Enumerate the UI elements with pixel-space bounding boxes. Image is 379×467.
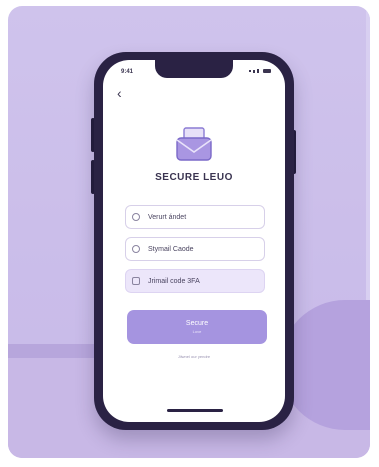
email-field[interactable]: Stymail Caode: [125, 237, 265, 261]
status-time: 9:41: [121, 69, 134, 75]
secure-button-sublabel: Love: [192, 329, 202, 334]
home-indicator: [167, 409, 223, 412]
status-icons: [249, 69, 271, 73]
signal-icon: [253, 69, 255, 73]
signal-icon: [249, 70, 251, 72]
user-icon: [132, 213, 140, 221]
code-value: Jrimail code 3FA: [148, 277, 200, 285]
chevron-left-icon[interactable]: ‹: [117, 86, 122, 100]
app-title: SECURE LEUO: [155, 172, 233, 183]
battery-icon: [263, 69, 271, 73]
phone-screen: 9:41 ‹ SECURE LEUO Verurt ándet Stymail …: [103, 60, 285, 422]
envelope-icon: [176, 127, 212, 161]
secure-button[interactable]: Secure Love: [127, 310, 267, 344]
signal-icon: [257, 69, 259, 73]
username-field[interactable]: Verurt ándet: [125, 205, 265, 229]
secure-button-label: Secure: [185, 320, 209, 327]
username-value: Verurt ándet: [148, 213, 187, 221]
lock-icon: [132, 277, 140, 285]
code-field[interactable]: Jrimail code 3FA: [125, 269, 265, 293]
mail-icon: [132, 245, 140, 253]
email-value: Stymail Caode: [148, 245, 194, 253]
footer-link[interactable]: Jilwnel our yendre: [103, 354, 285, 359]
notch: [155, 60, 233, 78]
